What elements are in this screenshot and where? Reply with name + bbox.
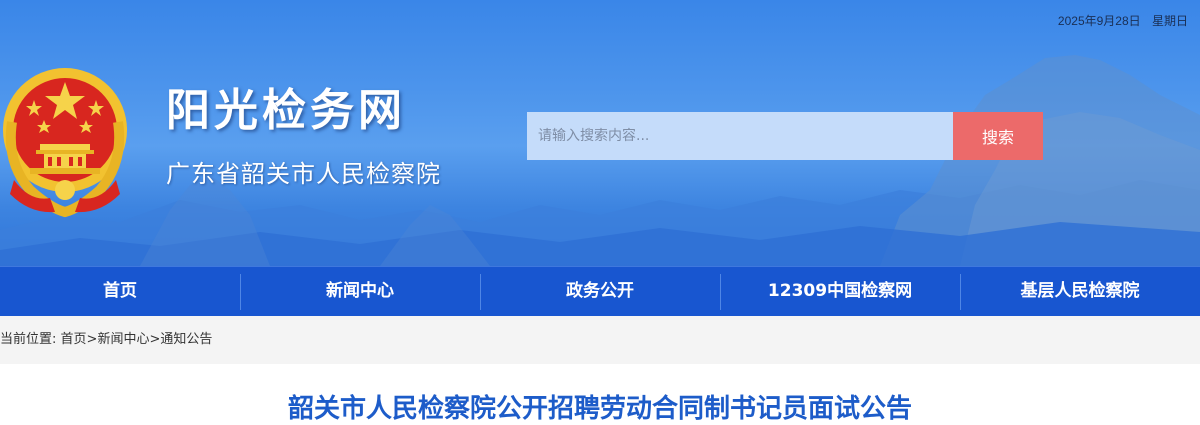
nav-item-grassroots-procuratorate[interactable]: 基层人民检察院 bbox=[960, 267, 1200, 317]
header-banner: 2025年9月28日 星期日 阳光检务网 广东省韶关市人民检察院 搜索 bbox=[0, 0, 1200, 266]
main-navigation: 首页 新闻中心 政务公开 12309中国检察网 基层人民检察院 bbox=[0, 266, 1200, 316]
nav-item-news-center[interactable]: 新闻中心 bbox=[240, 267, 480, 317]
breadcrumb-link-news-center[interactable]: 新闻中心 bbox=[97, 332, 149, 347]
breadcrumb-separator: > bbox=[149, 332, 161, 347]
article-title: 韶关市人民检察院公开招聘劳动合同制书记员面试公告 bbox=[287, 394, 912, 424]
search-button[interactable]: 搜索 bbox=[953, 112, 1043, 160]
search-form: 搜索 bbox=[527, 112, 1043, 160]
search-input[interactable] bbox=[527, 112, 953, 160]
breadcrumb-separator: > bbox=[86, 332, 98, 347]
date-text: 2025年9月28日 bbox=[1057, 14, 1141, 28]
breadcrumb-link-notices[interactable]: 通知公告 bbox=[160, 332, 212, 347]
breadcrumb-link-home[interactable]: 首页 bbox=[61, 332, 87, 347]
national-emblem-icon bbox=[3, 68, 127, 218]
nav-item-home[interactable]: 首页 bbox=[0, 267, 240, 317]
breadcrumb-prefix: 当前位置: bbox=[0, 332, 61, 347]
breadcrumb: 当前位置: 首页>新闻中心>通知公告 bbox=[0, 316, 1200, 364]
date-display: 2025年9月28日 星期日 bbox=[1058, 12, 1188, 29]
site-subtitle: 广东省韶关市人民检察院 bbox=[166, 160, 441, 188]
nav-item-government-affairs[interactable]: 政务公开 bbox=[480, 267, 720, 317]
weekday-text: 星期日 bbox=[1151, 14, 1188, 28]
nav-item-12309-procuratorate[interactable]: 12309中国检察网 bbox=[720, 267, 960, 317]
site-title: 阳光检务网 bbox=[166, 85, 406, 136]
